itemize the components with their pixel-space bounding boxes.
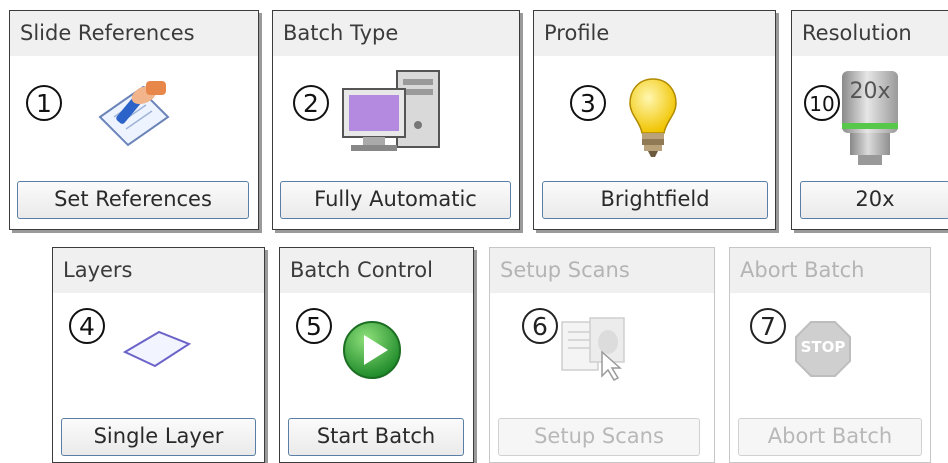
panel-title: Slide References [10, 11, 258, 56]
profile-panel: Profile 3 Brightfield [533, 10, 776, 230]
stop-sign-icon: STOP [794, 320, 852, 378]
slide-layer-icon [122, 330, 192, 368]
setup-scans-icon [561, 317, 625, 381]
panel-title: Layers [53, 248, 264, 293]
callout-number: 10 [804, 85, 840, 121]
batch-type-panel: Batch Type 2 Fully Automatic [272, 10, 520, 230]
panel-title: Profile [534, 11, 775, 56]
callout-number: 3 [570, 85, 606, 121]
setup-scans-button: Setup Scans [498, 418, 700, 456]
panel-title: Resolution [792, 11, 948, 56]
panel-title: Abort Batch [730, 248, 930, 293]
batch-control-panel: Batch Control 5 Start Batch [279, 247, 474, 463]
panel-title: Setup Scans [490, 248, 714, 293]
panel-title: Batch Control [280, 248, 473, 293]
callout-number: 5 [296, 308, 332, 344]
setup-scans-panel: Setup Scans 6 Setup Scans [489, 247, 715, 463]
set-references-button[interactable]: Set References [17, 181, 249, 219]
callout-number: 2 [293, 85, 329, 121]
objective-lens-icon: 20x [838, 71, 902, 169]
fully-automatic-button[interactable]: Fully Automatic [280, 181, 511, 219]
play-icon [343, 321, 401, 379]
abort-batch-button: Abort Batch [738, 418, 922, 456]
resolution-20x-button[interactable]: 20x [800, 181, 948, 219]
single-layer-button[interactable]: Single Layer [61, 418, 256, 456]
abort-batch-panel: Abort Batch 7 STOP Abort Batch [729, 247, 931, 463]
slide-references-panel: Slide References 1 Set References [9, 10, 259, 230]
lens-magnification-label: 20x [849, 79, 891, 104]
callout-number: 6 [522, 308, 558, 344]
start-batch-button[interactable]: Start Batch [288, 418, 464, 456]
resolution-panel: Resolution 10 20x 20x [791, 10, 948, 230]
callout-number: 1 [26, 85, 62, 121]
brightfield-button[interactable]: Brightfield [542, 181, 768, 219]
callout-number: 7 [750, 308, 786, 344]
layers-panel: Layers 4 Single Layer [52, 247, 265, 463]
panel-title: Batch Type [273, 11, 519, 56]
computer-icon [342, 70, 440, 151]
callout-number: 4 [69, 308, 105, 344]
pen-paper-icon [98, 81, 170, 147]
stop-label: STOP [800, 338, 846, 356]
light-bulb-icon [629, 78, 677, 157]
